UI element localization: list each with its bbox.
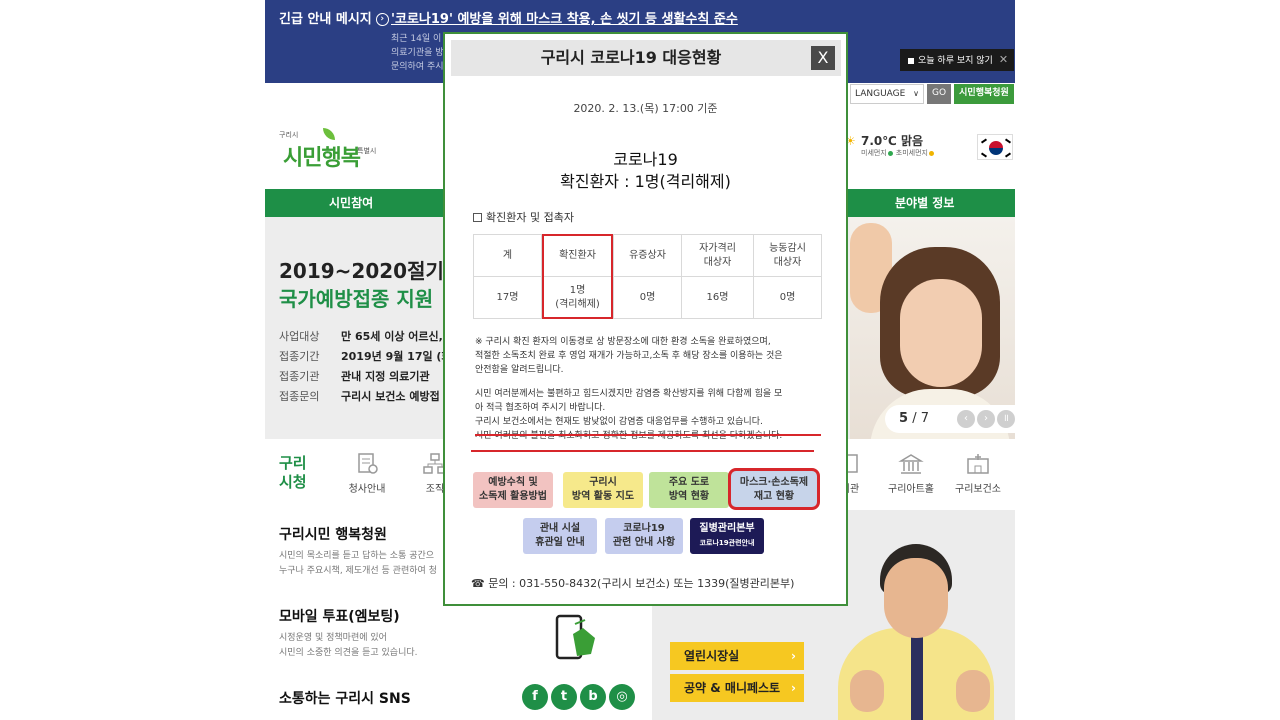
city-hall-label: 구리 시청 xyxy=(279,454,307,491)
dismiss-today-button[interactable]: 오늘 하루 보지 않기 ✕ xyxy=(900,49,1014,71)
col-total: 계 xyxy=(473,234,542,277)
nav-citizen-participation[interactable]: 시민참여 xyxy=(329,189,373,217)
cell-total: 17명 xyxy=(473,276,542,319)
mobile-vote-icon[interactable] xyxy=(555,612,605,662)
popup-date: 2020. 2. 13.(목) 17:00 기준 xyxy=(573,102,718,115)
table-header-row: 계 확진환자 유증상자 자가격리 대상자 능동감시 대상자 xyxy=(473,234,822,277)
dust-status: 미세먼지 초미세먼지 xyxy=(861,148,937,158)
covid-info-button[interactable]: 코로나19 관련 안내 사항 xyxy=(605,518,683,554)
cell-self-quarantine: 16명 xyxy=(681,276,754,319)
popup-title: 구리시 코로나19 대응현황 xyxy=(540,48,722,67)
popup-contact: ☎ 문의 : 031-550-8432(구리시 보건소) 또는 1339(질병관… xyxy=(471,577,795,590)
hero-title: 2019~2020절기 인 xyxy=(279,259,470,283)
note-disinfection: ※ 구리시 확진 환자의 이동경로 상 방문장소에 대한 환경 소독을 완료하였… xyxy=(475,337,783,375)
blog-icon[interactable]: b xyxy=(580,684,606,710)
chevron-right-icon: › xyxy=(791,649,796,663)
korea-flag-icon[interactable] xyxy=(977,134,1013,160)
status-table: 계 확진환자 유증상자 자가격리 대상자 능동감시 대상자 17명 1명 (격리해제)… xyxy=(473,234,822,319)
emergency-sub: 최근 14일 이 의료기관을 방 문의하여 주시 xyxy=(391,34,444,72)
chevron-right-icon: › xyxy=(791,681,796,695)
underline-2 xyxy=(471,450,814,452)
nav-field-info[interactable]: 분야별 정보 xyxy=(895,189,954,217)
leaf-icon xyxy=(323,128,335,140)
emergency-headline[interactable]: '코로나19' 예방을 위해 마스크 착용, 손 씻기 등 생활수칙 준수 xyxy=(391,8,738,27)
hero-subtitle: 국가예방접종 지원 xyxy=(279,287,434,311)
petition-desc: 시민의 목소리를 듣고 답하는 소통 공간으 누구나 주요시책, 제도개선 등 … xyxy=(279,551,437,576)
road-quarantine-button[interactable]: 주요 도로 방역 현황 xyxy=(649,472,729,508)
close-button[interactable]: X xyxy=(811,46,835,70)
sns-title: 소통하는 구리시 SNS xyxy=(279,691,411,707)
popup-headline: 코로나19 xyxy=(613,150,678,169)
prevention-guide-button[interactable]: 예방수칙 및 소독제 활용방법 xyxy=(473,472,553,508)
facebook-icon[interactable]: f xyxy=(522,684,548,710)
instagram-icon[interactable]: ◎ xyxy=(609,684,635,710)
covid-status-popup: 구리시 코로나19 대응현황 X 2020. 2. 13.(목) 17:00 기… xyxy=(443,32,848,606)
col-symptomatic: 유증상자 xyxy=(613,234,682,277)
confirmed-highlight xyxy=(542,234,613,319)
mask-stock-button[interactable]: 마스크·손소독제 재고 현황 xyxy=(728,468,820,510)
hero-info: 사업대상 만 65세 이상 어르신, 접종기간 2019년 9월 17일 (화) 접… xyxy=(279,330,457,403)
popup-notes: ※ 구리시 확진 환자의 이동경로 상 방문장소에 대한 환경 소독을 완료하였… xyxy=(475,335,825,443)
quick-building-guide[interactable]: 청사안내 xyxy=(337,452,397,495)
cell-active-monitoring: 0명 xyxy=(753,276,822,319)
hero-pager: 5 / 7 ‹ › ॥ xyxy=(885,405,1015,433)
pause-icon[interactable]: ॥ xyxy=(997,410,1015,428)
manifesto-button[interactable]: 공약 & 매니페스토 › xyxy=(670,674,804,702)
twitter-icon[interactable]: t xyxy=(551,684,577,710)
chevron-down-icon: ∨ xyxy=(913,89,919,98)
popup-confirmed-summary: 확진환자 : 1명(격리해제) xyxy=(560,172,731,191)
go-button[interactable]: GO xyxy=(927,84,951,104)
next-icon[interactable]: › xyxy=(977,410,995,428)
col-active-monitoring: 능동감시 대상자 xyxy=(753,234,822,277)
facility-closure-button[interactable]: 관내 시설 휴관일 안내 xyxy=(523,518,597,554)
hospital-icon xyxy=(967,454,989,474)
underline-1 xyxy=(475,434,821,436)
hall-icon xyxy=(898,454,924,474)
popup-subtitle: 확진환자 및 접촉자 xyxy=(473,209,574,225)
weather-temp: 7.0℃ 맑음 xyxy=(861,134,924,148)
close-icon[interactable]: ✕ xyxy=(999,53,1008,66)
quick-art-hall[interactable]: 구리아트홀 xyxy=(881,452,941,495)
emergency-label: 긴급 안내 메시지 › xyxy=(279,8,389,27)
open-mayor-office-button[interactable]: 열린시장실 › xyxy=(670,642,804,670)
kcdc-button[interactable]: 질병관리본부 코로나19관련안내 xyxy=(690,518,764,554)
site-logo[interactable]: 구리시 시민행복 특별시 xyxy=(279,128,379,172)
petition-link[interactable]: 시민행복청원 xyxy=(954,84,1014,104)
vote-title[interactable]: 모바일 투표(엠보팅) xyxy=(279,606,400,626)
language-select[interactable]: LANGUAGE ∨ xyxy=(850,84,924,104)
prev-icon[interactable]: ‹ xyxy=(957,410,975,428)
vote-desc: 시정운영 및 정책마련에 있어 시민의 소중한 의견을 듣고 있습니다. xyxy=(279,633,418,658)
cell-symptomatic: 0명 xyxy=(613,276,682,319)
petition-title[interactable]: 구리시민 행복청원 xyxy=(279,524,387,544)
col-self-quarantine: 자가격리 대상자 xyxy=(681,234,754,277)
popup-titlebar: 구리시 코로나19 대응현황 X xyxy=(451,40,841,76)
square-icon xyxy=(473,213,482,222)
document-icon xyxy=(358,453,378,474)
quarantine-map-button[interactable]: 구리시 방역 활동 지도 xyxy=(563,472,643,508)
table-row: 17명 1명 (격리해제) 0명 16명 0명 xyxy=(473,276,822,319)
chevron-right-icon[interactable]: › xyxy=(375,13,389,26)
checkbox-icon xyxy=(908,57,914,64)
quick-health-center[interactable]: 구리보건소 xyxy=(948,452,1008,495)
